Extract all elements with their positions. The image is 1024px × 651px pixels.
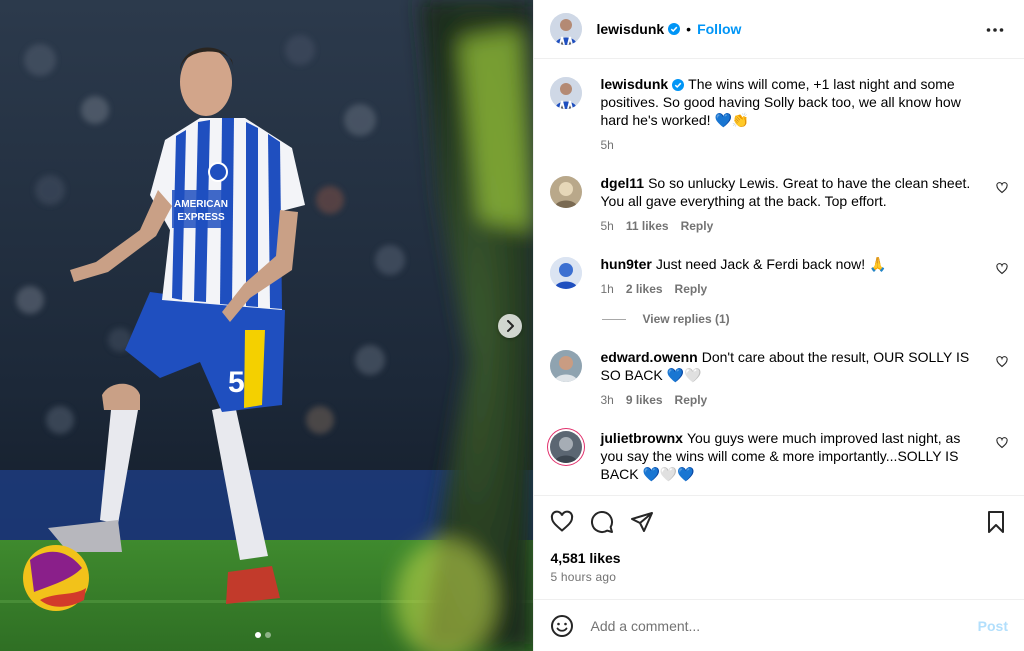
- post-actions: 4,581 likes 5 hours ago: [534, 495, 1024, 599]
- comment-username[interactable]: dgel11: [600, 175, 644, 191]
- shorts-number: 5: [228, 366, 245, 399]
- post-header: lewisdunk • Follow: [534, 0, 1024, 59]
- comment-item: hun9ter Just need Jack & Ferdi back now! …: [550, 255, 1008, 296]
- like-comment-icon[interactable]: [996, 263, 1008, 275]
- comment-likes[interactable]: 2 likes: [626, 282, 663, 296]
- comment-item: dgel11 So so unlucky Lewis. Great to have…: [550, 174, 1008, 233]
- carousel-dot-2: [265, 632, 271, 638]
- comment-username[interactable]: hun9ter: [600, 256, 651, 272]
- emoji-icon: [551, 614, 574, 637]
- reply-button[interactable]: Reply: [675, 282, 708, 296]
- reply-button[interactable]: Reply: [675, 393, 708, 407]
- caption-username[interactable]: lewisdunk: [600, 76, 668, 92]
- view-replies-button[interactable]: View replies (1): [602, 312, 1008, 326]
- comment-item: edward.owenn Don't care about the result,…: [550, 348, 1008, 407]
- caption: lewisdunk The wins will come, +1 last nig…: [550, 75, 1008, 152]
- share-icon: [631, 512, 654, 532]
- like-comment-icon[interactable]: [996, 182, 1008, 194]
- share-button[interactable]: [630, 510, 654, 534]
- header-separator: •: [686, 21, 692, 37]
- commenter-avatar[interactable]: [550, 257, 583, 289]
- carousel-next-button[interactable]: [498, 314, 522, 338]
- heart-icon: [551, 510, 574, 532]
- author-avatar[interactable]: [550, 13, 583, 45]
- comment-time: 3h: [600, 393, 614, 407]
- likes-count[interactable]: 4,581 likes: [550, 550, 1008, 566]
- comment-likes[interactable]: 9 likes: [626, 393, 663, 407]
- sponsor-line-2: EXPRESS: [177, 212, 225, 223]
- like-comment-icon[interactable]: [996, 437, 1008, 449]
- post-time: 5 hours ago: [550, 570, 617, 584]
- commenter-avatar[interactable]: [550, 431, 583, 463]
- emoji-button[interactable]: [550, 614, 574, 638]
- add-comment-bar: Post: [534, 599, 1024, 651]
- comment-time: 5h: [600, 219, 614, 233]
- post-media[interactable]: AMERICAN EXPRESS 5: [0, 0, 534, 651]
- comment-text: So so unlucky Lewis. Great to have the c…: [600, 175, 971, 209]
- comment-text: Just need Jack & Ferdi back now! 🙏: [655, 256, 887, 272]
- carousel-indicator: [255, 632, 271, 638]
- more-horizontal-icon: [986, 28, 1004, 32]
- caption-time: 5h: [600, 138, 614, 152]
- comment-likes[interactable]: 11 likes: [626, 219, 669, 233]
- comment-time: 1h: [600, 282, 614, 296]
- post-panel: lewisdunk • Follow lewisdunk The wins wil…: [533, 0, 1024, 651]
- comment-icon: [591, 511, 614, 533]
- comment-username[interactable]: julietbrownx: [600, 430, 682, 446]
- view-replies-line: [602, 318, 627, 320]
- caption-avatar[interactable]: [550, 77, 583, 109]
- verified-badge-icon: [672, 79, 685, 91]
- reply-button[interactable]: Reply: [681, 219, 714, 233]
- comment-item: julietbrownx You guys were much improved …: [550, 429, 1008, 483]
- post-photo: AMERICAN EXPRESS 5: [0, 0, 534, 651]
- author-username[interactable]: lewisdunk: [596, 21, 664, 37]
- bookmark-icon: [988, 511, 1004, 533]
- sponsor-line-1: AMERICAN: [174, 199, 228, 210]
- football: [23, 545, 89, 611]
- more-options-button[interactable]: [982, 16, 1008, 42]
- follow-button[interactable]: Follow: [697, 21, 741, 37]
- commenter-avatar[interactable]: [550, 350, 583, 382]
- chevron-right-icon: [507, 320, 514, 332]
- like-button[interactable]: [550, 510, 574, 534]
- comment-username[interactable]: edward.owenn: [600, 349, 697, 365]
- carousel-dot-1: [255, 632, 261, 638]
- verified-badge-icon: [668, 23, 681, 35]
- like-comment-icon[interactable]: [996, 356, 1008, 368]
- save-button[interactable]: [984, 510, 1008, 534]
- post-comment-button[interactable]: Post: [978, 618, 1008, 634]
- comments-list[interactable]: lewisdunk The wins will come, +1 last nig…: [534, 59, 1024, 495]
- comment-button[interactable]: [590, 510, 614, 534]
- comment-input[interactable]: [588, 616, 978, 635]
- view-replies-label: View replies (1): [642, 312, 730, 326]
- commenter-avatar[interactable]: [550, 176, 583, 208]
